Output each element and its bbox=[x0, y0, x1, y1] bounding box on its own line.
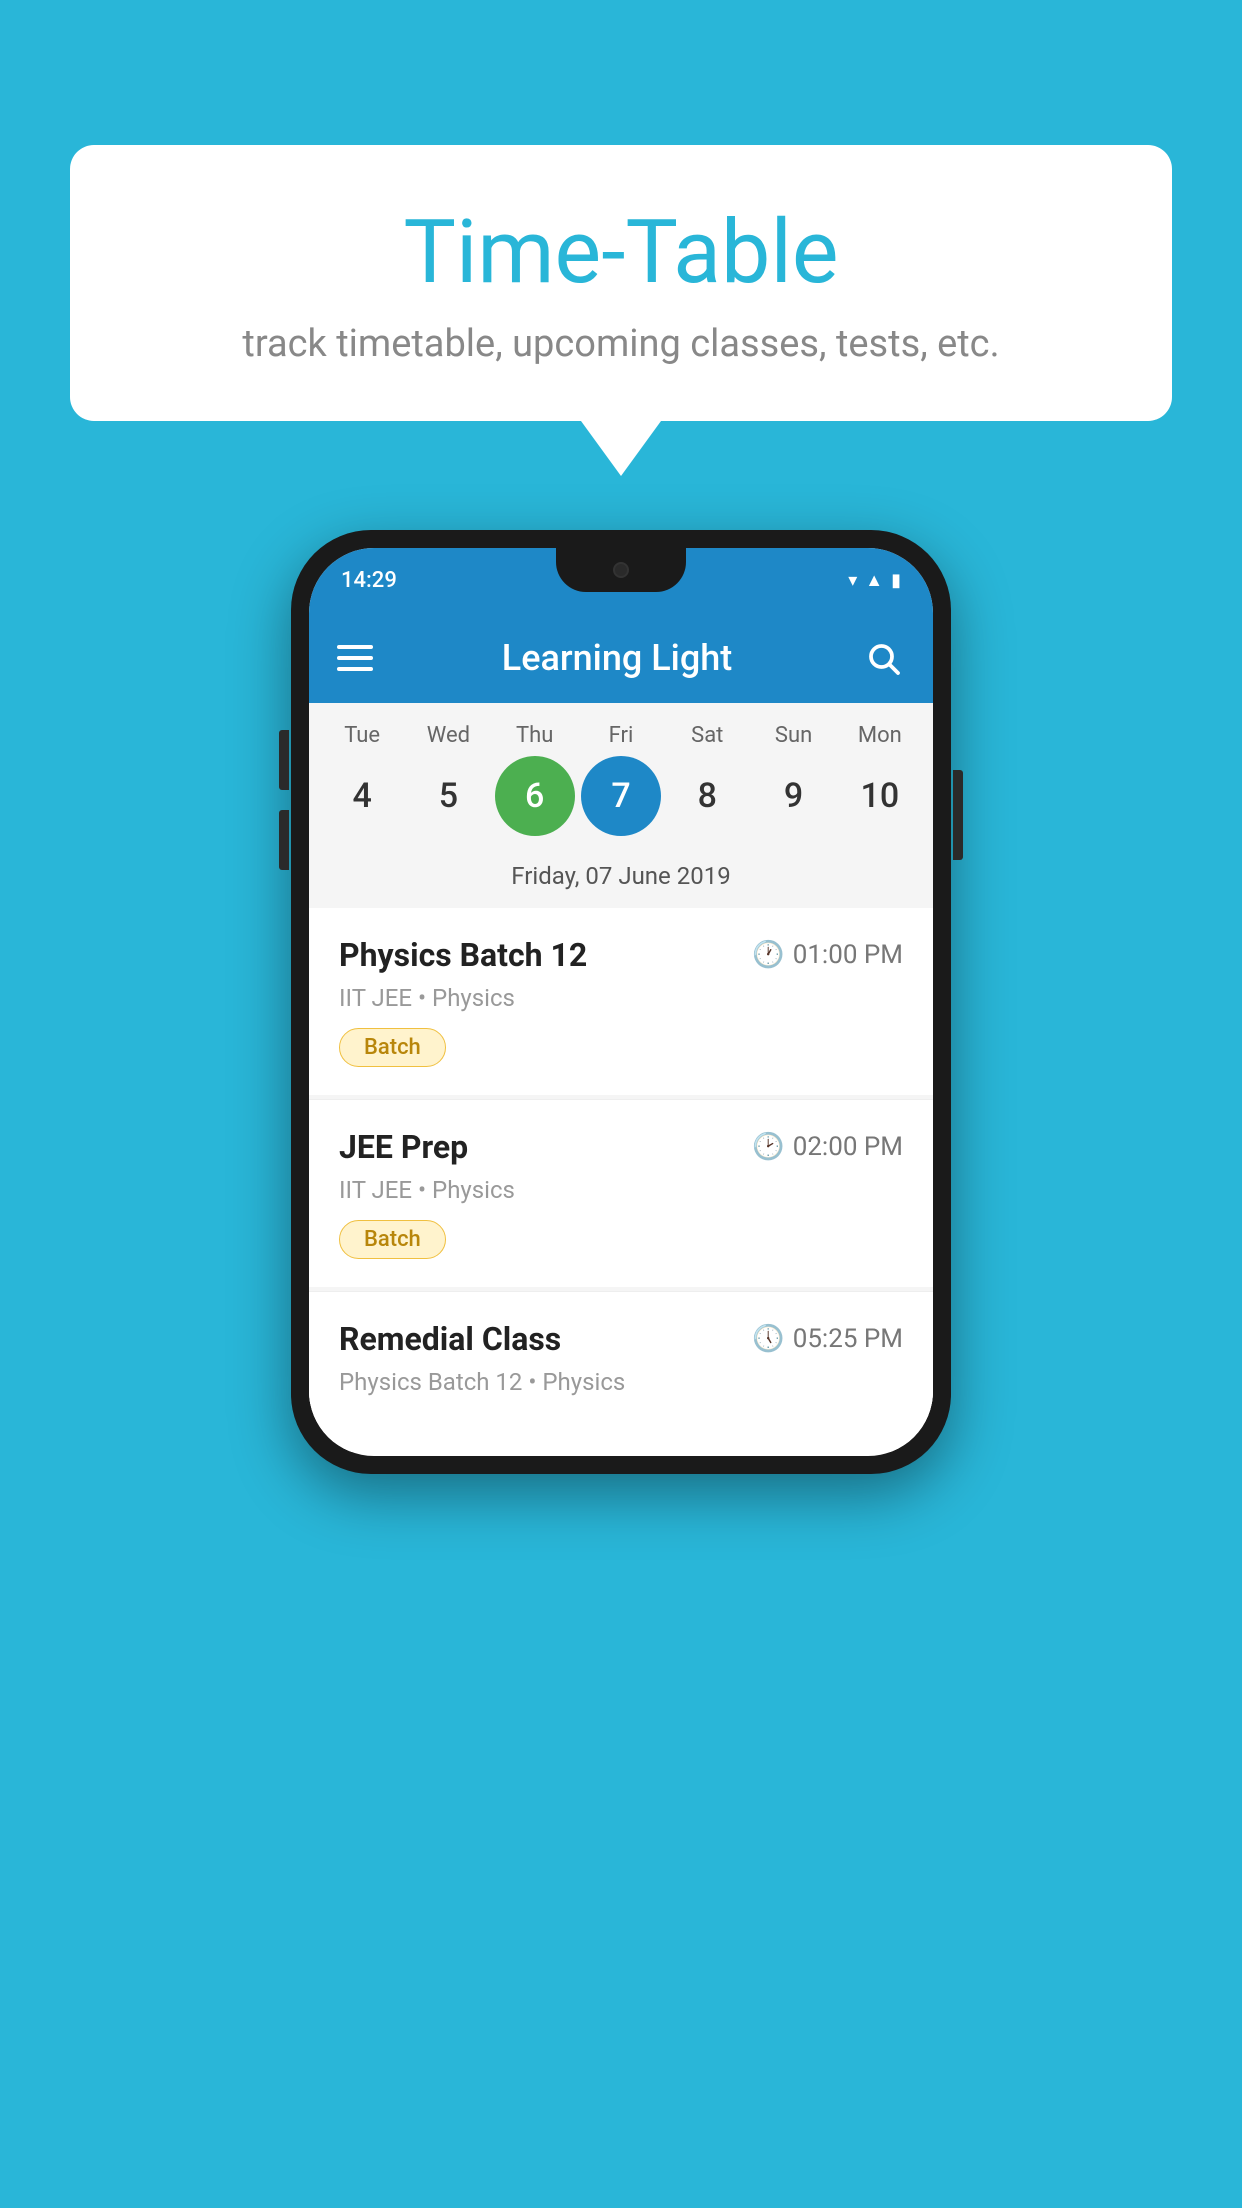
day-9[interactable]: 9 bbox=[754, 756, 834, 836]
batch-badge-2: Batch bbox=[339, 1220, 446, 1259]
speech-bubble-container: Time-Table track timetable, upcoming cla… bbox=[70, 145, 1172, 476]
speech-bubble-title: Time-Table bbox=[150, 205, 1092, 302]
schedule-time-2: 🕑 02:00 PM bbox=[752, 1132, 903, 1162]
day-5[interactable]: 5 bbox=[408, 756, 488, 836]
day-headers: Tue Wed Thu Fri Sat Sun Mon bbox=[319, 723, 923, 748]
schedule-item-3-header: Remedial Class 🕔 05:25 PM bbox=[339, 1320, 903, 1358]
schedule-item-2[interactable]: JEE Prep 🕑 02:00 PM IIT JEE • Physics Ba… bbox=[309, 1100, 933, 1287]
schedule-title-1: Physics Batch 12 bbox=[339, 936, 587, 974]
clock-icon-2: 🕑 bbox=[752, 1132, 784, 1162]
day-header-sat: Sat bbox=[667, 723, 747, 748]
clock-icon-1: 🕐 bbox=[752, 940, 784, 970]
volume-down-button bbox=[279, 810, 289, 870]
hamburger-line-3 bbox=[337, 667, 373, 671]
status-bar: 14:29 ▾ ▲ ▮ bbox=[309, 548, 933, 613]
schedule-time-value-3: 05:25 PM bbox=[793, 1324, 903, 1354]
speech-bubble-arrow bbox=[581, 421, 661, 476]
calendar-strip: Tue Wed Thu Fri Sat Sun Mon 4 5 6 7 8 9 … bbox=[309, 703, 933, 908]
day-header-mon: Mon bbox=[840, 723, 920, 748]
phone-container: 14:29 ▾ ▲ ▮ Learning Light bbox=[291, 530, 951, 1474]
phone-screen: 14:29 ▾ ▲ ▮ Learning Light bbox=[309, 548, 933, 1456]
signal-icon: ▲ bbox=[865, 570, 883, 591]
speech-bubble: Time-Table track timetable, upcoming cla… bbox=[70, 145, 1172, 421]
speech-bubble-subtitle: track timetable, upcoming classes, tests… bbox=[150, 322, 1092, 366]
schedule-item-1-header: Physics Batch 12 🕐 01:00 PM bbox=[339, 936, 903, 974]
schedule-title-2: JEE Prep bbox=[339, 1128, 468, 1166]
schedule-time-1: 🕐 01:00 PM bbox=[752, 940, 903, 970]
schedule-time-value-1: 01:00 PM bbox=[793, 940, 903, 970]
wifi-icon: ▾ bbox=[848, 570, 857, 591]
clock-icon-3: 🕔 bbox=[752, 1324, 784, 1354]
day-header-fri: Fri bbox=[581, 723, 661, 748]
day-header-wed: Wed bbox=[408, 723, 488, 748]
notch bbox=[556, 548, 686, 592]
schedule-time-3: 🕔 05:25 PM bbox=[752, 1324, 903, 1354]
power-button bbox=[953, 770, 963, 860]
schedule-item-3[interactable]: Remedial Class 🕔 05:25 PM Physics Batch … bbox=[309, 1292, 933, 1452]
schedule-subtitle-1: IIT JEE • Physics bbox=[339, 984, 903, 1012]
schedule-time-value-2: 02:00 PM bbox=[793, 1132, 903, 1162]
schedule-subtitle-3: Physics Batch 12 • Physics bbox=[339, 1368, 903, 1396]
schedule-list: Physics Batch 12 🕐 01:00 PM IIT JEE • Ph… bbox=[309, 908, 933, 1452]
hamburger-line-1 bbox=[337, 645, 373, 649]
phone-outer: 14:29 ▾ ▲ ▮ Learning Light bbox=[291, 530, 951, 1474]
volume-up-button bbox=[279, 730, 289, 790]
day-header-tue: Tue bbox=[322, 723, 402, 748]
app-title: Learning Light bbox=[373, 637, 861, 679]
day-10[interactable]: 10 bbox=[840, 756, 920, 836]
day-7-selected[interactable]: 7 bbox=[581, 756, 661, 836]
camera bbox=[613, 562, 629, 578]
day-6-today[interactable]: 6 bbox=[495, 756, 575, 836]
selected-date-label: Friday, 07 June 2019 bbox=[319, 852, 923, 908]
schedule-item-1[interactable]: Physics Batch 12 🕐 01:00 PM IIT JEE • Ph… bbox=[309, 908, 933, 1095]
day-header-thu: Thu bbox=[495, 723, 575, 748]
hamburger-line-2 bbox=[337, 656, 373, 660]
schedule-title-3: Remedial Class bbox=[339, 1320, 561, 1358]
day-8[interactable]: 8 bbox=[667, 756, 747, 836]
day-numbers: 4 5 6 7 8 9 10 bbox=[319, 756, 923, 836]
search-button[interactable] bbox=[861, 636, 905, 680]
batch-badge-1: Batch bbox=[339, 1028, 446, 1067]
schedule-subtitle-2: IIT JEE • Physics bbox=[339, 1176, 903, 1204]
menu-button[interactable] bbox=[337, 645, 373, 671]
schedule-item-2-header: JEE Prep 🕑 02:00 PM bbox=[339, 1128, 903, 1166]
battery-icon: ▮ bbox=[891, 570, 901, 591]
day-header-sun: Sun bbox=[754, 723, 834, 748]
day-4[interactable]: 4 bbox=[322, 756, 402, 836]
app-bar: Learning Light bbox=[309, 613, 933, 703]
status-icons: ▾ ▲ ▮ bbox=[848, 570, 901, 591]
status-time: 14:29 bbox=[341, 568, 397, 593]
